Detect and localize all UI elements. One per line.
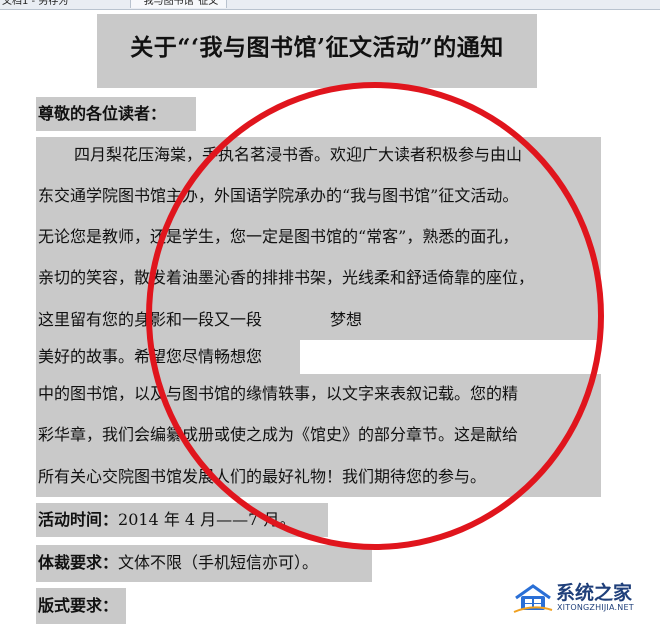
- body-line-7: 中的图书馆，以及与图书馆的缘情轶事，以文字来表叙记载。您的精: [38, 384, 519, 403]
- body-line-1: 四月梨花压海棠，手执名茗浸书香。欢迎广大读者积极参与由山: [74, 145, 523, 164]
- tab-document[interactable]: "我与图书馆"征文: [130, 0, 228, 8]
- body-line-5: 这里留有您的身影和一段又一段: [38, 310, 263, 329]
- watermark-logo-icon: [513, 584, 553, 613]
- watermark-title: 系统之家: [556, 582, 633, 604]
- genre-label: 体裁要求：: [38, 553, 119, 572]
- body-line-5-tail: 梦想: [330, 310, 363, 329]
- body-line-3: 无论您是教师，还是学生，您一定是图书馆的“常客”，熟悉的面孔，: [38, 227, 519, 246]
- format-requirement: 版式要求：: [38, 596, 119, 615]
- watermark-url: XITONGZHIJIA.NET: [557, 603, 634, 612]
- activity-time-label: 活动时间：: [38, 510, 119, 529]
- body-line-8: 彩华章，我们会编纂成册或使之成为《馆史》的部分章节。这是献给: [38, 425, 519, 444]
- body-line-4: 亲切的笑容，散发着油墨沁香的排排书架，光线柔和舒适倚靠的座位，: [38, 268, 535, 287]
- window-tab-bar: 文档1 - 另存为 "我与图书馆"征文: [0, 0, 660, 10]
- body-line-9: 所有关心交院图书馆发展人们的最好礼物！我们期待您的参与。: [38, 467, 487, 486]
- genre-value: 文体不限（手机短信亦可）。: [118, 553, 319, 572]
- activity-time-value: 2014 年 4 月——7 月。: [118, 510, 296, 529]
- salutation: 尊敬的各位读者：: [38, 104, 167, 123]
- genre-requirement: 体裁要求：文体不限（手机短信亦可）。: [38, 546, 318, 580]
- body-line-6: 美好的故事。希望您尽情畅想您: [38, 347, 263, 366]
- watermark: 系统之家 XITONGZHIJIA.NET: [508, 574, 658, 622]
- activity-time: 活动时间：2014 年 4 月——7 月。: [38, 503, 295, 537]
- document-title: 关于“‘我与图书馆’征文活动”的通知: [97, 14, 537, 88]
- document-title-text: 关于“‘我与图书馆’征文活动”的通知: [130, 34, 504, 61]
- tab-save-as[interactable]: 文档1 - 另存为: [2, 0, 68, 8]
- body-line-2: 东交通学院图书馆主办，外国语学院承办的“我与图书馆”征文活动。: [38, 186, 519, 205]
